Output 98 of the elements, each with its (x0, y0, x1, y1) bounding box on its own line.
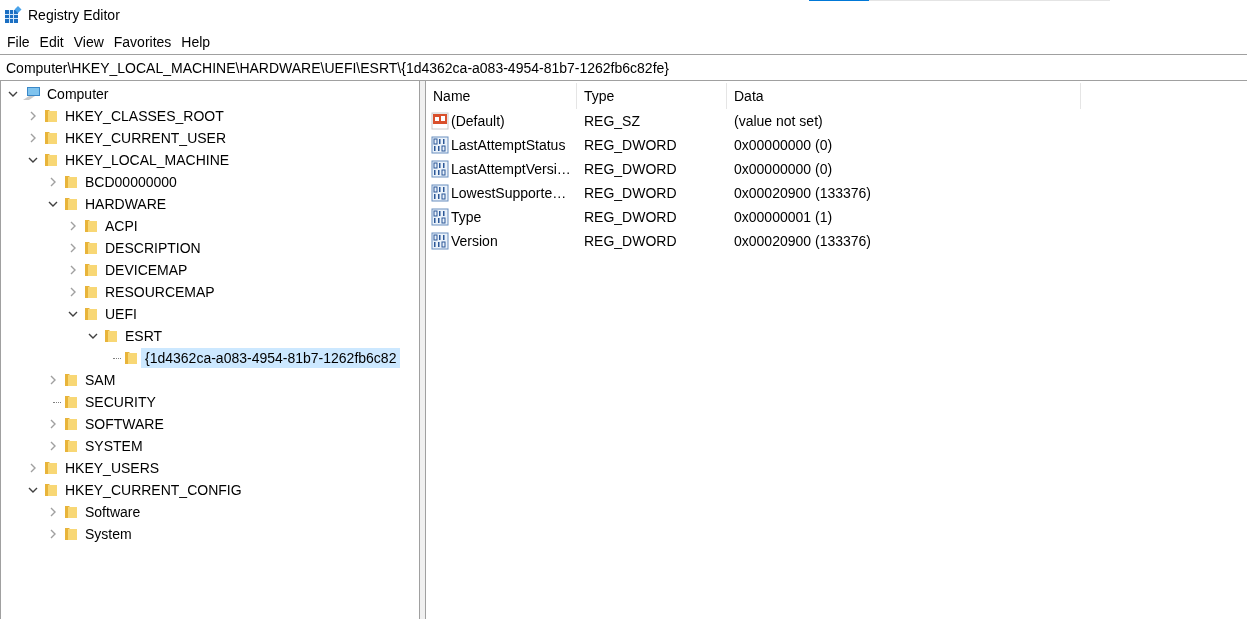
folder-icon (43, 108, 59, 124)
column-header[interactable]: Type (577, 83, 727, 109)
folder-icon (43, 130, 59, 146)
tree-item[interactable]: System (81, 524, 136, 544)
chevron-right-icon[interactable] (68, 221, 78, 231)
binary-value-icon (431, 160, 449, 178)
value-name: Type (451, 209, 482, 225)
folder-icon (123, 350, 139, 366)
tree-item[interactable]: DEVICEMAP (101, 260, 192, 280)
value-type: REG_DWORD (583, 233, 678, 249)
value-data: 0x00000000 (0) (733, 137, 834, 153)
value-name: LowestSupporte… (451, 185, 567, 201)
binary-value-icon (431, 136, 449, 154)
tree-item[interactable]: HKEY_CLASSES_ROOT (61, 106, 228, 126)
value-type: REG_DWORD (583, 161, 678, 177)
tree-item[interactable]: DESCRIPTION (101, 238, 205, 258)
tree-item[interactable]: ESRT (121, 326, 167, 346)
value-type: REG_DWORD (583, 185, 678, 201)
chevron-right-icon[interactable] (48, 375, 58, 385)
folder-icon (63, 174, 79, 190)
binary-value-icon (431, 208, 449, 226)
chevron-right-icon[interactable] (28, 111, 38, 121)
chevron-right-icon[interactable] (48, 441, 58, 451)
folder-icon (63, 504, 79, 520)
window-title: Registry Editor (28, 7, 120, 23)
tree-item[interactable]: HARDWARE (81, 194, 171, 214)
menu-item[interactable]: View (68, 33, 109, 50)
tree-item[interactable]: {1d4362ca-a083-4954-81b7-1262fb6c82 (141, 348, 401, 368)
folder-icon (43, 152, 59, 168)
chevron-right-icon[interactable] (28, 133, 38, 143)
chevron-right-icon[interactable] (68, 243, 78, 253)
splitter[interactable] (420, 81, 426, 619)
tree-item[interactable]: SYSTEM (81, 436, 147, 456)
app-icon (4, 6, 22, 24)
tree-connector (53, 401, 61, 403)
computer-icon (23, 86, 41, 102)
value-data: 0x00020900 (133376) (733, 185, 872, 201)
tree-item[interactable]: HKEY_CURRENT_CONFIG (61, 480, 246, 500)
folder-icon (63, 526, 79, 542)
menu-item[interactable]: Edit (34, 33, 69, 50)
value-data: 0x00020900 (133376) (733, 233, 872, 249)
tree-item[interactable]: SOFTWARE (81, 414, 168, 434)
chevron-right-icon[interactable] (68, 265, 78, 275)
chevron-down-icon[interactable] (88, 331, 98, 341)
tree-item[interactable]: SECURITY (81, 392, 160, 412)
folder-icon (103, 328, 119, 344)
value-type: REG_DWORD (583, 137, 678, 153)
folder-icon (63, 394, 79, 410)
tree-connector (113, 357, 121, 359)
tree-item[interactable]: HKEY_USERS (61, 458, 164, 478)
value-data: 0x00000000 (0) (733, 161, 834, 177)
folder-icon (83, 306, 99, 322)
folder-icon (43, 460, 59, 476)
string-value-icon (431, 112, 449, 130)
folder-icon (63, 438, 79, 454)
tree-item[interactable]: ACPI (101, 216, 142, 236)
value-type: REG_SZ (583, 113, 641, 129)
chevron-down-icon[interactable] (48, 199, 58, 209)
tree-item[interactable]: BCD00000000 (81, 172, 181, 192)
tree-item[interactable]: SAM (81, 370, 120, 390)
folder-icon (83, 284, 99, 300)
folder-icon (63, 372, 79, 388)
binary-value-icon (431, 184, 449, 202)
value-name: Version (451, 233, 498, 249)
tree-item[interactable]: Computer (43, 84, 113, 104)
folder-icon (83, 240, 99, 256)
value-name: (Default) (451, 113, 505, 129)
chevron-down-icon[interactable] (68, 309, 78, 319)
chevron-right-icon[interactable] (68, 287, 78, 297)
tree-item[interactable]: HKEY_LOCAL_MACHINE (61, 150, 234, 170)
folder-icon (83, 262, 99, 278)
value-data: 0x00000001 (1) (733, 209, 834, 225)
chevron-right-icon[interactable] (48, 419, 58, 429)
tree-item[interactable]: Software (81, 502, 145, 522)
chevron-right-icon[interactable] (28, 463, 38, 473)
tree-item[interactable]: UEFI (101, 304, 141, 324)
chevron-down-icon[interactable] (28, 155, 38, 165)
menu-item[interactable]: Help (176, 33, 216, 50)
folder-icon (43, 482, 59, 498)
value-data: (value not set) (733, 113, 824, 129)
chevron-down-icon[interactable] (8, 89, 18, 99)
tree-item[interactable]: HKEY_CURRENT_USER (61, 128, 231, 148)
tree-item[interactable]: RESOURCEMAP (101, 282, 219, 302)
folder-icon (63, 416, 79, 432)
chevron-right-icon[interactable] (48, 177, 58, 187)
folder-icon (83, 218, 99, 234)
column-header[interactable]: Name (426, 83, 577, 109)
menu-item[interactable]: File (2, 33, 35, 50)
value-name: LastAttemptStatus (451, 137, 566, 153)
menu-item[interactable]: Favorites (108, 33, 177, 50)
column-header[interactable]: Data (727, 83, 1081, 109)
value-name: LastAttemptVersi… (451, 161, 571, 177)
binary-value-icon (431, 232, 449, 250)
value-type: REG_DWORD (583, 209, 678, 225)
chevron-right-icon[interactable] (48, 529, 58, 539)
chevron-down-icon[interactable] (28, 485, 38, 495)
folder-icon (63, 196, 79, 212)
chevron-right-icon[interactable] (48, 507, 58, 517)
